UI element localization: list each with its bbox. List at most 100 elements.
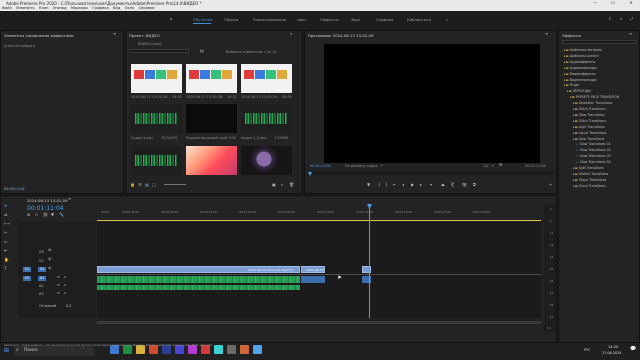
add-marker-icon[interactable]: ▼ bbox=[367, 182, 370, 187]
settings-icon[interactable]: 🔧 bbox=[59, 212, 64, 217]
effects-menu-icon[interactable]: ≡ bbox=[629, 31, 632, 36]
chevron-down-icon[interactable]: ⌄ bbox=[491, 162, 494, 167]
home-icon[interactable]: ⌂ bbox=[170, 16, 173, 21]
solo-icon[interactable]: S bbox=[64, 275, 66, 280]
timeline-timecode[interactable]: 00:01:11:04 bbox=[27, 205, 64, 212]
mute-icon[interactable]: M bbox=[57, 283, 60, 288]
clock-time[interactable]: 14:20 bbox=[608, 345, 618, 349]
new-item-icon[interactable]: ▣ bbox=[272, 182, 276, 187]
solo-icon[interactable]: S bbox=[64, 283, 66, 288]
audio-clip[interactable] bbox=[97, 276, 300, 283]
video-clip[interactable]: 2024-06-13 bbox=[301, 266, 325, 273]
workspace-tab-color[interactable]: Цвет bbox=[297, 17, 307, 22]
effects-tree-item[interactable]: ▸▬ Видеопереходы bbox=[564, 78, 597, 82]
timeline-playhead[interactable] bbox=[369, 204, 370, 318]
track-a3[interactable]: A3 bbox=[39, 292, 43, 296]
program-scrub-bar[interactable] bbox=[310, 172, 554, 175]
workspace-tab-libraries[interactable]: Библиотеки bbox=[407, 17, 431, 22]
windows-start-icon[interactable]: ⊞ bbox=[4, 347, 9, 354]
source-patch-v1[interactable]: V1 bbox=[23, 267, 31, 272]
toggle-output-icon[interactable]: 👁 bbox=[48, 266, 52, 271]
taskbar-app-icon[interactable] bbox=[240, 345, 249, 354]
slip-tool-icon[interactable]: ⇔ bbox=[4, 239, 7, 244]
lock-icon[interactable]: 🔒 bbox=[130, 182, 135, 187]
fullscreen-icon[interactable]: ⤢ bbox=[630, 16, 633, 21]
effects-tree-item[interactable]: ▸▬ Аудиоэффекты bbox=[564, 60, 595, 64]
upload-icon[interactable]: ⇪ bbox=[608, 16, 611, 21]
notifications-icon[interactable]: 💬 bbox=[630, 346, 636, 352]
lift-icon[interactable]: ⏏ bbox=[441, 182, 445, 187]
effects-tree-item[interactable]: ▸▬ Glow Transitions bbox=[573, 113, 605, 117]
program-viewer[interactable] bbox=[324, 44, 540, 163]
hand-tool-icon[interactable]: ✋ bbox=[4, 257, 9, 262]
effects-tree-item[interactable]: ▸▬ Stretch Transitions bbox=[573, 172, 608, 176]
project-item-adjustment[interactable] bbox=[186, 104, 237, 133]
effects-tree-item[interactable]: ▸▬ Glitch Transitions bbox=[573, 119, 606, 123]
ripple-tool-icon[interactable]: ⟷ bbox=[4, 221, 10, 226]
snap-icon[interactable]: ∩ bbox=[35, 212, 38, 217]
effects-tree-item[interactable]: ▭ Slow Transitions 04 bbox=[576, 160, 611, 164]
new-bin-icon[interactable]: ▤ bbox=[200, 48, 204, 53]
project-item-thumb[interactable] bbox=[241, 64, 292, 93]
linked-selection-icon[interactable]: ⛓ bbox=[43, 212, 48, 217]
project-search-input[interactable] bbox=[129, 49, 189, 53]
audio-clip[interactable] bbox=[301, 276, 325, 283]
program-resolution[interactable]: 1/2 bbox=[483, 164, 488, 168]
search-icon[interactable]: ⌕ bbox=[620, 16, 622, 21]
taskbar-app-icon[interactable] bbox=[227, 345, 236, 354]
program-menu-icon[interactable]: ≡ bbox=[545, 31, 548, 36]
effects-tree-item[interactable]: ▭ Slow Transitions 01 bbox=[576, 142, 611, 146]
effects-tree-item[interactable]: ▸▬ Liquid Transitions bbox=[573, 131, 606, 135]
program-fit-select[interactable]: По размеру кадра bbox=[345, 164, 377, 168]
insert-icon[interactable]: ⊞ bbox=[27, 212, 30, 217]
workspace-more-icon[interactable]: » bbox=[446, 17, 448, 22]
timeline-tab[interactable]: 2024-06-13 13-01-09 bbox=[27, 198, 68, 203]
razor-tool-icon[interactable]: ✂ bbox=[4, 230, 7, 235]
pen-tool-icon[interactable]: ✒ bbox=[4, 248, 7, 253]
scrollbar-thumb[interactable] bbox=[97, 320, 541, 324]
freeform-view-icon[interactable]: ▢ bbox=[152, 182, 156, 187]
effects-search-input[interactable] bbox=[562, 40, 636, 44]
list-view-icon[interactable]: ☰ bbox=[138, 182, 142, 187]
toggle-output-icon[interactable]: 👁 bbox=[48, 257, 52, 262]
step-forward-icon[interactable]: ▸ bbox=[420, 182, 422, 187]
effects-tree-item[interactable]: ▭ Slow Transitions 03 bbox=[576, 154, 611, 158]
timeline-menu-icon[interactable]: ≡ bbox=[68, 196, 71, 201]
workspace-tab-learning[interactable]: Обучение bbox=[193, 17, 212, 22]
add-marker-icon[interactable]: ▼ bbox=[51, 212, 54, 217]
project-item-audio[interactable] bbox=[131, 104, 182, 133]
audio-clip[interactable] bbox=[97, 285, 300, 290]
project-item-gradient[interactable] bbox=[186, 146, 237, 175]
go-to-in-icon[interactable]: ⇤ bbox=[393, 182, 396, 187]
project-item-audio[interactable] bbox=[131, 146, 182, 175]
panel-menu-icon[interactable]: ≡ bbox=[113, 31, 116, 36]
icon-view-icon[interactable]: ▦ bbox=[145, 182, 149, 187]
project-item-audio[interactable] bbox=[241, 104, 292, 133]
toggle-output-icon[interactable]: 👁 bbox=[48, 248, 52, 253]
project-menu-icon[interactable]: » bbox=[290, 31, 292, 36]
go-to-out-icon[interactable]: ⇥ bbox=[429, 182, 432, 187]
effects-tree-item[interactable]: ▸▬ Аудиопереходы bbox=[564, 66, 597, 70]
solo-icon[interactable]: S bbox=[64, 291, 66, 296]
effects-tree-item[interactable]: ▸▬ Trippy Transitions bbox=[573, 178, 606, 182]
mark-in-icon[interactable]: { bbox=[378, 182, 381, 187]
mark-out-icon[interactable]: } bbox=[385, 182, 388, 187]
effects-tree-item[interactable]: ▸▬ ПЕРЕХОДЫ bbox=[567, 89, 591, 93]
effects-tree-item[interactable]: ▭ Slow Transitions 02 bbox=[576, 148, 611, 152]
workspace-tab-assembly[interactable]: Сборка bbox=[224, 17, 238, 22]
work-area-bar[interactable] bbox=[97, 220, 541, 221]
track-a1[interactable]: A1 bbox=[38, 276, 46, 281]
wrench-icon[interactable]: ⚙ bbox=[499, 162, 503, 167]
taskbar-app-icon[interactable] bbox=[214, 345, 223, 354]
zoom-slider[interactable] bbox=[164, 184, 186, 185]
source-patch-a1[interactable]: A1 bbox=[23, 276, 31, 281]
mute-icon[interactable]: M bbox=[57, 291, 60, 296]
chevron-down-icon[interactable]: ⌄ bbox=[380, 162, 383, 167]
effects-tree-item[interactable]: ▸▬ PRESETS PACK TRANSITION bbox=[570, 95, 619, 99]
extract-icon[interactable]: ⎗ bbox=[451, 182, 454, 187]
workspace-tab-audio[interactable]: Звук bbox=[351, 17, 360, 22]
project-item-thumb[interactable] bbox=[131, 64, 182, 93]
effects-tree-item[interactable]: ▸▬ Light Transitions bbox=[573, 125, 605, 129]
effects-tree-item[interactable]: ▸▬ Шаблоны настроек bbox=[564, 48, 602, 52]
project-item-thumb[interactable] bbox=[186, 64, 237, 93]
